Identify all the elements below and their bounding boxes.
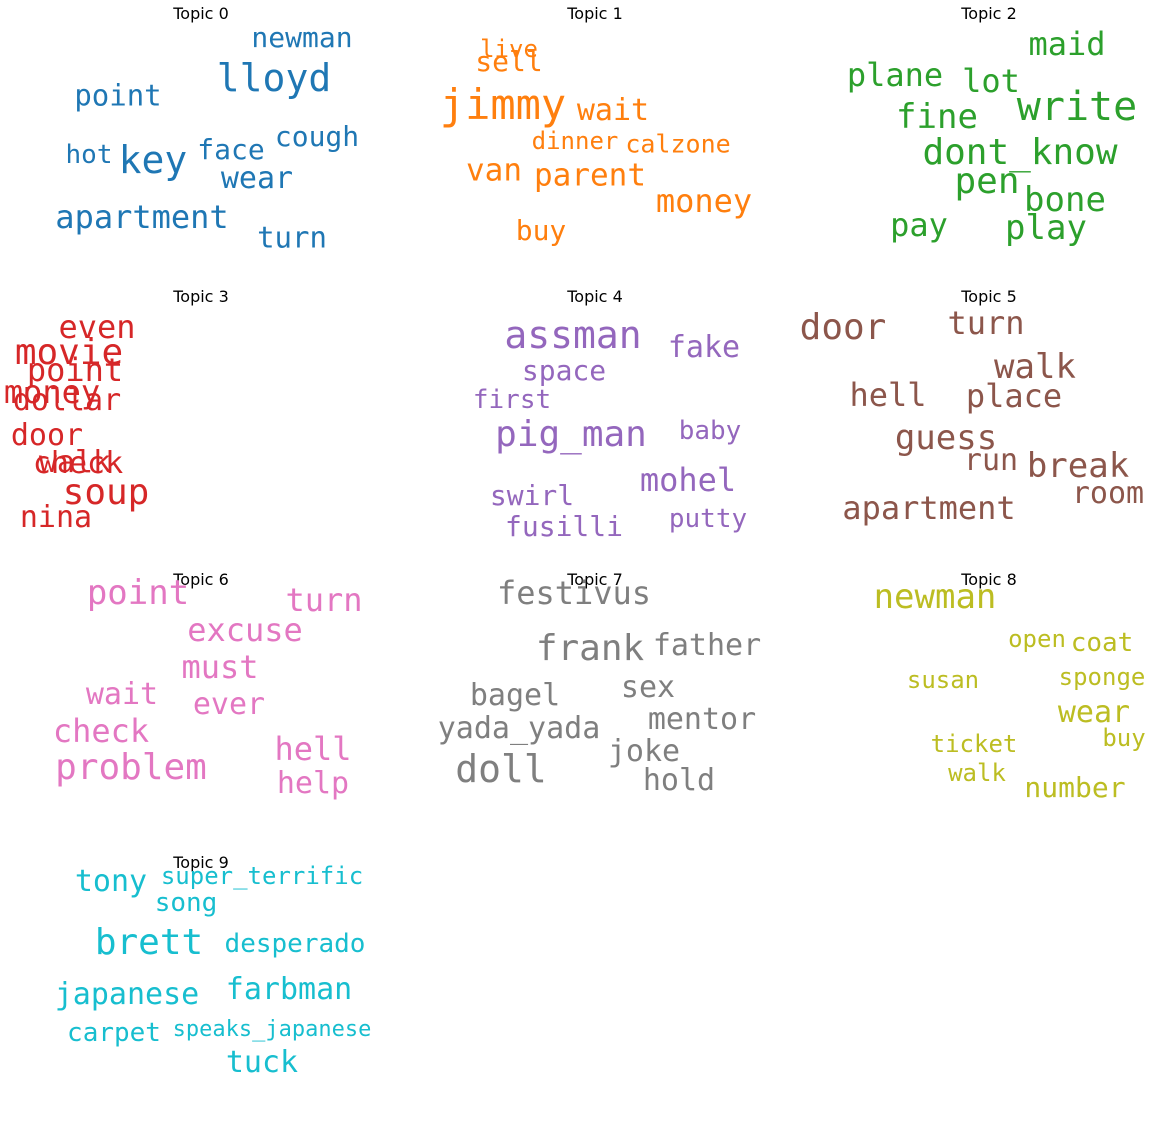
word-yada-yada: yada_yada xyxy=(437,711,601,746)
word-tuck: tuck xyxy=(225,1045,299,1080)
word-run: run xyxy=(963,443,1019,478)
word-pen: pen xyxy=(954,161,1020,202)
word-lloyd: lloyd xyxy=(216,56,332,100)
word-ever: ever xyxy=(192,687,266,722)
word-point: point xyxy=(86,573,190,613)
word-van: van xyxy=(466,152,522,189)
word-hell: hell xyxy=(274,730,352,768)
word-cough: cough xyxy=(274,120,360,153)
word-dont-know: dont_know xyxy=(922,132,1118,173)
word-sex: sex xyxy=(620,670,676,705)
word-money: money xyxy=(655,182,753,220)
word-hold: hold xyxy=(642,763,716,798)
word-parent: parent xyxy=(534,157,646,194)
word-wait: wait xyxy=(576,93,650,128)
topic-panel-1: Topic 1 live sell jimmy wait dinner calzone van… xyxy=(398,0,792,283)
topic-panel-3: Topic 3 even movie point money dollar door chec… xyxy=(4,283,398,566)
word-carpet: carpet xyxy=(67,1018,161,1048)
word-brett: brett xyxy=(94,922,204,963)
word-open: open xyxy=(1008,625,1066,653)
word-wear: wear xyxy=(220,161,294,196)
topic-panel-4: Topic 4 assman fake space first pig_man baby mo… xyxy=(398,283,792,566)
word-wait: wait xyxy=(85,677,159,712)
word-ticket: ticket xyxy=(930,730,1018,758)
word-space: space xyxy=(521,354,607,387)
word-face: face xyxy=(197,133,265,166)
word-turn: turn xyxy=(257,220,327,255)
word-sell: sell xyxy=(475,45,543,78)
word-play: play xyxy=(1005,208,1087,248)
word-pay: pay xyxy=(890,206,948,244)
word-buy: buy xyxy=(515,214,567,247)
word-buy: buy xyxy=(1102,724,1146,752)
word-point: point xyxy=(74,78,162,113)
topic-panel-8: Topic 8 newman open coat susan sponge wear buy t… xyxy=(792,566,1175,849)
word-pig-man: pig_man xyxy=(495,414,647,455)
word-jimmy: jimmy xyxy=(439,80,567,129)
topic-panel-0: Topic 0 newman lloyd point cough face key hot we… xyxy=(4,0,398,283)
word-fake: fake xyxy=(667,330,741,365)
word-tony: tony xyxy=(74,864,148,899)
word-room: room xyxy=(1071,476,1145,511)
word-maid: maid xyxy=(1028,25,1106,63)
word-doll: doll xyxy=(455,747,547,791)
word-must: must xyxy=(181,648,259,686)
word-assman: assman xyxy=(504,313,642,357)
topic-title: Topic 1 xyxy=(567,4,623,23)
word-check: check xyxy=(52,712,150,750)
word-apartment: apartment xyxy=(55,198,229,236)
topic-title: Topic 2 xyxy=(961,4,1017,23)
word-speaks-japanese: speaks_japanese xyxy=(172,1017,372,1042)
word-mohel: mohel xyxy=(639,461,737,499)
word-bagel: bagel xyxy=(469,678,561,713)
topic-panel-2: Topic 2 maid plane lot write fine dont_know pen… xyxy=(792,0,1175,283)
word-mentor: mentor xyxy=(647,702,757,737)
word-lot: lot xyxy=(962,62,1020,100)
word-newman: newman xyxy=(873,577,997,617)
word-write: write xyxy=(1016,84,1138,130)
word-swirl: swirl xyxy=(489,479,575,512)
word-desperado: desperado xyxy=(224,929,366,959)
topic-title: Topic 3 xyxy=(173,287,229,306)
word-walk: walk xyxy=(948,759,1006,787)
word-song: song xyxy=(154,888,218,918)
word-fine: fine xyxy=(896,97,978,137)
word-plane: plane xyxy=(846,56,944,94)
word-number: number xyxy=(1024,771,1126,804)
word-dinner: dinner xyxy=(531,127,619,155)
word-problem: problem xyxy=(55,747,207,788)
word-turn: turn xyxy=(947,304,1025,342)
word-place: place xyxy=(965,377,1063,415)
word-super-terrific: super_terrific xyxy=(160,862,364,890)
word-baby: baby xyxy=(678,416,742,446)
word-help: help xyxy=(276,766,350,801)
word-fusilli: fusilli xyxy=(504,510,624,543)
word-apartment: apartment xyxy=(842,489,1016,527)
word-dollar: dollar xyxy=(12,383,122,418)
word-door: door xyxy=(799,307,887,348)
word-nina: nina xyxy=(19,500,93,535)
topic-title: Topic 4 xyxy=(567,287,623,306)
word-coat: coat xyxy=(1070,628,1134,658)
word-first: first xyxy=(472,385,552,415)
topic-panel-7: Topic 7 festivus frank father sex bagel mentor… xyxy=(398,566,792,849)
topic-panel-5: Topic 5 door turn walk hell place guess run brea… xyxy=(792,283,1175,566)
word-farbman: farbman xyxy=(225,972,353,1007)
word-newman: newman xyxy=(251,21,353,54)
topic-panel-9: Topic 9 tony super_terrific song brett desper… xyxy=(4,849,398,1132)
word-key: key xyxy=(118,138,188,182)
word-hot: hot xyxy=(65,140,113,170)
topic-panel-6: Topic 6 point turn excuse must wait ever check h… xyxy=(4,566,398,849)
word-hell: hell xyxy=(849,376,927,414)
word-putty: putty xyxy=(668,504,748,534)
word-frank: frank xyxy=(535,628,645,669)
word-festivus: festivus xyxy=(496,574,652,612)
word-father: father xyxy=(652,628,762,663)
word-susan: susan xyxy=(906,666,980,694)
word-japanese: japanese xyxy=(54,977,200,1012)
word-excuse: excuse xyxy=(187,611,303,649)
word-sponge: sponge xyxy=(1058,663,1146,691)
word-calzone: calzone xyxy=(625,129,731,159)
